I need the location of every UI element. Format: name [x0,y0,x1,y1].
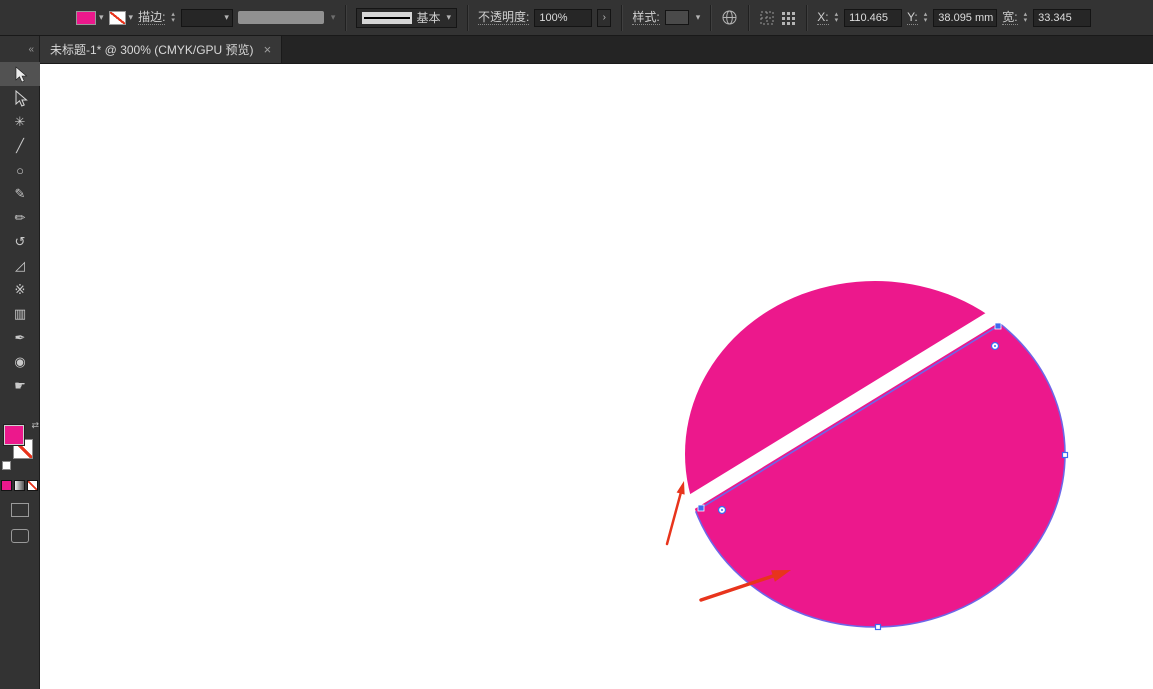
document-tab-bar: 未标题-1* @ 300% (CMYK/GPU 预览) × [40,36,1153,64]
chevron-down-icon: ▾ [224,12,229,23]
blend-tool[interactable]: ◉ [0,350,40,374]
hand-tool[interactable]: ☛ [0,374,40,398]
style-swatch[interactable] [665,10,689,25]
y-position-input[interactable]: 38.095 mm [933,9,997,27]
fill-color-swatch[interactable] [76,11,96,25]
document-setup-globe-icon[interactable] [721,9,738,26]
fill-stroke-widget[interactable]: ⇄ [0,422,40,470]
scale-tool[interactable]: ◿ [0,254,40,278]
rotate-tool[interactable]: ↺ [0,230,40,254]
chevron-down-icon[interactable]: ▾ [129,12,134,23]
draw-mode-button[interactable] [11,503,29,517]
reference-point-icon[interactable] [780,10,796,26]
stepper-down-icon[interactable]: ▾ [835,18,839,24]
default-fill-stroke-icon[interactable] [2,461,11,470]
tool-list: ✳╱○✎✏↺◿※▥✒◉☛ [0,62,39,398]
divider [621,5,622,31]
opacity-expand-button[interactable]: › [597,9,611,27]
eyedropper-tool[interactable]: ✒ [0,326,40,350]
swap-fill-stroke-icon[interactable]: ⇄ [31,420,39,431]
line-segment-tool[interactable]: ╱ [0,134,40,158]
direct-selection-tool[interactable] [0,86,40,110]
stroke-weight-label[interactable]: 描边: [138,10,165,25]
chevron-down-icon[interactable]: ▾ [99,12,104,23]
fill-color-control[interactable]: ▾ [76,11,104,25]
snap-grid-icon[interactable] [759,10,775,26]
brush-definition-label: 基本 [416,9,440,26]
document-tab-title: 未标题-1* @ 300% (CMYK/GPU 预览) [50,41,254,58]
collapse-panel-icon[interactable]: « [28,44,34,55]
width-input[interactable]: 33.345 [1033,9,1091,27]
brush-stroke-preview [362,12,412,24]
fill-swatch-pink[interactable] [4,425,24,445]
stepper-down-icon[interactable]: ▾ [924,18,928,24]
stroke-weight-stepper[interactable]: ▴ ▾ [171,12,175,24]
brush-definition-select[interactable]: 基本 ▾ [356,8,457,28]
x-position-input[interactable]: 110.465 [844,9,902,27]
pencil-tool[interactable]: ✏ [0,206,40,230]
tools-panel-collapse[interactable]: « [0,36,39,62]
divider [345,5,346,31]
y-position-label[interactable]: Y: [907,10,918,25]
paintbrush-tool[interactable]: ✎ [0,182,40,206]
selection-tool[interactable] [0,62,40,86]
width-profile-select[interactable] [238,11,324,24]
opacity-label[interactable]: 不透明度: [478,10,529,25]
close-tab-icon[interactable]: × [264,42,272,57]
paint-color-button[interactable] [1,480,12,491]
artboard[interactable] [40,64,1153,689]
divider [710,5,711,31]
chevron-down-icon: ▾ [446,12,451,23]
opacity-input[interactable]: 100% [534,9,592,27]
style-label[interactable]: 样式: [632,10,659,25]
stroke-none-swatch[interactable] [109,11,126,25]
chevron-down-icon[interactable]: ▾ [696,12,701,23]
width-label[interactable]: 宽: [1002,10,1017,25]
x-position-stepper[interactable]: ▴ ▾ [835,12,839,24]
divider [467,5,468,31]
stepper-down-icon[interactable]: ▾ [1024,18,1028,24]
divider [806,5,807,31]
paint-none-button[interactable] [27,480,38,491]
control-bar: ▾ ▾ 描边: ▴ ▾ ▾ ▾ 基本 ▾ 不透明度: 100% › 样式: ▾ [0,0,1153,36]
y-position-stepper[interactable]: ▴ ▾ [924,12,928,24]
paint-gradient-button[interactable] [14,480,25,491]
ellipse-tool[interactable]: ○ [0,158,40,182]
paint-style-buttons [0,480,39,491]
stroke-color-control[interactable]: ▾ [109,11,134,25]
tools-panel: « ✳╱○✎✏↺◿※▥✒◉☛ ⇄ [0,36,40,689]
width-stepper[interactable]: ▴ ▾ [1024,12,1028,24]
chevron-down-icon[interactable]: ▾ [331,12,336,23]
x-position-label[interactable]: X: [817,10,828,25]
document-tab[interactable]: 未标题-1* @ 300% (CMYK/GPU 预览) × [40,36,282,63]
stepper-down-icon[interactable]: ▾ [171,18,175,24]
magic-wand-tool[interactable]: ✳ [0,110,40,134]
column-graph-tool[interactable]: ▥ [0,302,40,326]
symbol-sprayer-tool[interactable]: ※ [0,278,40,302]
divider [748,5,749,31]
screen-mode-button[interactable] [11,529,29,543]
stroke-weight-select[interactable]: ▾ [181,9,233,27]
